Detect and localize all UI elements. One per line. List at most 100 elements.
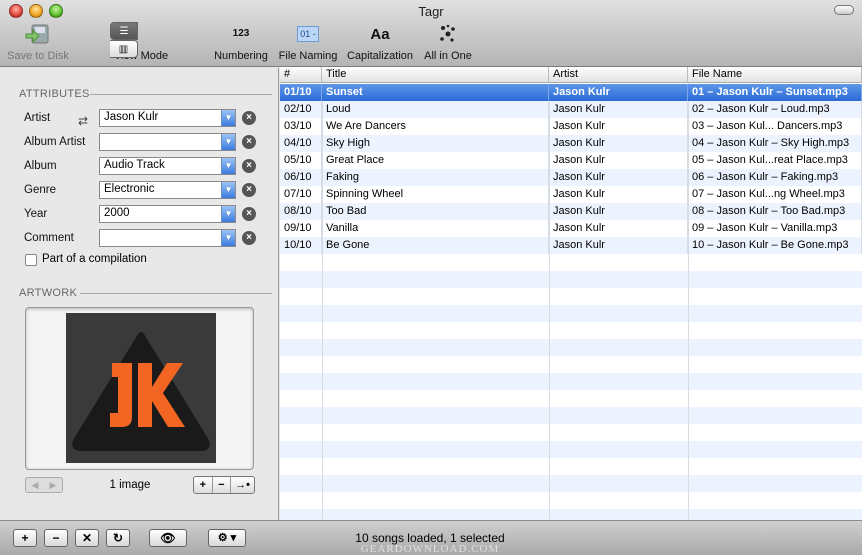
column-header-title[interactable]: Title xyxy=(322,67,549,83)
column-header-artist[interactable]: Artist xyxy=(549,67,688,83)
numbering-label: Numbering xyxy=(214,50,268,62)
year-label: Year xyxy=(24,208,48,220)
column-view-icon[interactable]: ▥ xyxy=(110,40,138,58)
cell-file-name: 05 – Jason Kul...reat Place.mp3 xyxy=(688,152,862,169)
row-stripe xyxy=(280,475,862,492)
chevron-down-icon[interactable]: ▼ xyxy=(221,182,235,198)
genre-label: Genre xyxy=(24,184,56,196)
save-to-disk-button[interactable]: Save to Disk xyxy=(6,22,70,62)
row-stripe xyxy=(280,339,862,356)
table-row[interactable]: 09/10 Vanilla Jason Kulr 09 – Jason Kulr – … xyxy=(280,220,862,237)
next-artwork-icon[interactable]: ▶ xyxy=(44,478,62,492)
cell-title: Great Place xyxy=(322,152,549,169)
clear-comment-icon[interactable]: × xyxy=(242,231,256,245)
cell-artist: Jason Kulr xyxy=(549,169,688,186)
artist-combo[interactable]: Jason Kulr ▼ xyxy=(99,109,236,127)
attributes-header: ATTRIBUTES xyxy=(19,88,90,100)
file-naming-button[interactable]: 01 - File Naming xyxy=(278,22,338,62)
cell-title: Spinning Wheel xyxy=(322,186,549,203)
artwork-count: 1 image xyxy=(109,479,151,491)
genre-combo[interactable]: Electronic ▼ xyxy=(99,181,236,199)
link-icon[interactable]: ⇄ xyxy=(78,114,88,128)
previous-artwork-icon[interactable]: ◀ xyxy=(26,478,44,492)
row-stripe xyxy=(280,407,862,424)
cell-artist: Jason Kulr xyxy=(549,118,688,135)
cell-title: Sunset xyxy=(322,84,549,101)
artwork-well[interactable] xyxy=(25,307,254,470)
cell-title: We Are Dancers xyxy=(322,118,549,135)
file-naming-label: File Naming xyxy=(278,50,338,62)
cell-title: Loud xyxy=(322,101,549,118)
table-row[interactable]: 01/10 Sunset Jason Kulr 01 – Jason Kulr – S… xyxy=(280,84,862,101)
attributes-sidebar: ATTRIBUTES Artist ⇄ Jason Kulr ▼ × Album … xyxy=(0,68,279,520)
all-in-one-button[interactable]: All in One xyxy=(422,22,474,62)
save-disk-icon xyxy=(6,22,70,46)
table-row[interactable]: 04/10 Sky High Jason Kulr 04 – Jason Kulr –… xyxy=(280,135,862,152)
cell-number: 09/10 xyxy=(280,220,322,237)
capitalization-button[interactable]: Aa Capitalization xyxy=(345,22,415,62)
album-value: Audio Track xyxy=(104,159,165,171)
chevron-down-icon[interactable]: ▼ xyxy=(221,206,235,222)
cell-file-name: 02 – Jason Kulr – Loud.mp3 xyxy=(688,101,862,118)
row-stripe xyxy=(280,305,862,322)
table-row[interactable]: 08/10 Too Bad Jason Kulr 08 – Jason Kulr – … xyxy=(280,203,862,220)
column-header-number[interactable]: # xyxy=(280,67,322,83)
cell-file-name: 03 – Jason Kul... Dancers.mp3 xyxy=(688,118,862,135)
toolbar-toggle-button[interactable] xyxy=(834,5,854,15)
settings-gear-icon[interactable]: ⚙ ▾ xyxy=(208,529,246,547)
cell-artist: Jason Kulr xyxy=(549,186,688,203)
all-in-one-label: All in One xyxy=(424,50,472,62)
comment-combo[interactable]: ▼ xyxy=(99,229,236,247)
album-combo[interactable]: Audio Track ▼ xyxy=(99,157,236,175)
bottom-bar: + − ✕ ↻ 👁 ⚙ ▾ 10 songs loaded, 1 selecte… xyxy=(0,520,862,555)
remove-button[interactable]: − xyxy=(44,529,68,547)
table-row[interactable]: 05/10 Great Place Jason Kulr 05 – Jason Kul… xyxy=(280,152,862,169)
column-header-file-name[interactable]: File Name xyxy=(688,67,862,83)
chevron-down-icon[interactable]: ▼ xyxy=(221,110,235,126)
clear-album-artist-icon[interactable]: × xyxy=(242,135,256,149)
artist-value: Jason Kulr xyxy=(104,111,159,123)
cell-number: 01/10 xyxy=(280,84,322,101)
cell-number: 04/10 xyxy=(280,135,322,152)
album-artist-combo[interactable]: ▼ xyxy=(99,133,236,151)
clear-button[interactable]: ✕ xyxy=(75,529,99,547)
export-artwork-button[interactable]: →• xyxy=(231,477,254,493)
refresh-button[interactable]: ↻ xyxy=(106,529,130,547)
table-row[interactable]: 07/10 Spinning Wheel Jason Kulr 07 – Jason … xyxy=(280,186,862,203)
chevron-down-icon[interactable]: ▼ xyxy=(221,230,235,246)
cell-file-name: 09 – Jason Kulr – Vanilla.mp3 xyxy=(688,220,862,237)
clear-artist-icon[interactable]: × xyxy=(242,111,256,125)
remove-artwork-button[interactable]: − xyxy=(213,477,232,493)
view-mode-control[interactable]: ☰ ▥ View Mode xyxy=(110,22,172,62)
compilation-checkbox[interactable] xyxy=(25,254,37,266)
add-artwork-button[interactable]: + xyxy=(194,477,213,493)
clear-year-icon[interactable]: × xyxy=(242,207,256,221)
album-artwork-image xyxy=(66,313,216,463)
all-in-one-icon xyxy=(422,22,474,46)
chevron-down-icon[interactable]: ▼ xyxy=(221,158,235,174)
preview-eye-icon[interactable]: 👁 xyxy=(149,529,187,547)
table-row[interactable]: 10/10 Be Gone Jason Kulr 10 – Jason Kulr – … xyxy=(280,237,862,254)
year-value: 2000 xyxy=(104,207,130,219)
table-row[interactable]: 02/10 Loud Jason Kulr 02 – Jason Kulr – Lou… xyxy=(280,101,862,118)
table-row[interactable]: 06/10 Faking Jason Kulr 06 – Jason Kulr – F… xyxy=(280,169,862,186)
capitalization-icon: Aa xyxy=(370,26,390,43)
table-row[interactable]: 03/10 We Are Dancers Jason Kulr 03 – Jason … xyxy=(280,118,862,135)
window-title: Tagr xyxy=(418,4,444,19)
year-combo[interactable]: 2000 ▼ xyxy=(99,205,236,223)
app-window: Tagr Save to Disk ☰ ▥ View Mode 123 Numb… xyxy=(0,0,862,555)
songs-table: # Title Artist File Name 01/10 Sunset Jaso… xyxy=(280,67,862,520)
chevron-down-icon[interactable]: ▼ xyxy=(221,134,235,150)
artwork-header: ARTWORK xyxy=(19,287,78,299)
row-stripe xyxy=(280,373,862,390)
cell-number: 05/10 xyxy=(280,152,322,169)
add-button[interactable]: + xyxy=(13,529,37,547)
titlebar-toolbar: Tagr Save to Disk ☰ ▥ View Mode 123 Numb… xyxy=(0,0,862,67)
clear-genre-icon[interactable]: × xyxy=(242,183,256,197)
cell-artist: Jason Kulr xyxy=(549,203,688,220)
row-stripe xyxy=(280,509,862,520)
clear-album-icon[interactable]: × xyxy=(242,159,256,173)
cell-number: 03/10 xyxy=(280,118,322,135)
list-view-icon[interactable]: ☰ xyxy=(110,22,138,40)
numbering-button[interactable]: 123 Numbering xyxy=(212,22,270,62)
